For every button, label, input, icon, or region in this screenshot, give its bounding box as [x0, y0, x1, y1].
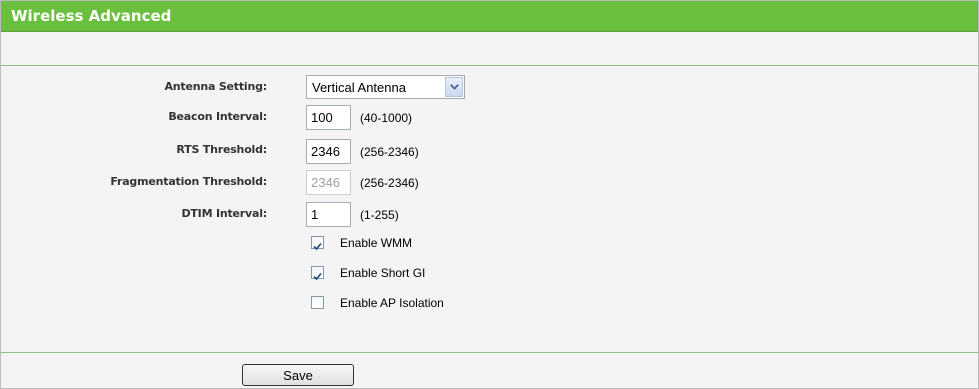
- check-icon: [313, 242, 322, 251]
- fragmentation-threshold-input: 2346: [306, 170, 351, 195]
- enable-ap-isolation-label[interactable]: Enable AP Isolation: [340, 296, 444, 310]
- divider-bottom: [1, 352, 978, 353]
- dtim-interval-range: (1-255): [360, 208, 399, 222]
- dtim-interval-input[interactable]: 1: [306, 202, 351, 227]
- antenna-setting-selected-value: Vertical Antenna: [312, 80, 406, 95]
- page-title: Wireless Advanced: [11, 7, 172, 25]
- beacon-interval-label: Beacon Interval:: [168, 110, 267, 123]
- chevron-down-glyph: [449, 84, 459, 90]
- rts-threshold-input[interactable]: 2346: [306, 139, 351, 164]
- antenna-setting-label: Antenna Setting:: [164, 80, 267, 93]
- rts-threshold-range: (256-2346): [360, 145, 419, 159]
- check-icon: [313, 272, 322, 281]
- fragmentation-threshold-range: (256-2346): [360, 176, 419, 190]
- chevron-down-icon[interactable]: [445, 77, 463, 97]
- enable-wmm-checkbox[interactable]: [311, 236, 324, 251]
- dtim-interval-label: DTIM Interval:: [181, 207, 267, 220]
- fragmentation-threshold-label: Fragmentation Threshold:: [110, 175, 267, 188]
- antenna-setting-select[interactable]: Vertical Antenna: [306, 75, 465, 99]
- enable-short-gi-label[interactable]: Enable Short GI: [340, 266, 425, 280]
- beacon-interval-range: (40-1000): [360, 111, 413, 125]
- divider-top: [1, 65, 978, 66]
- title-bar: Wireless Advanced: [1, 1, 978, 32]
- enable-wmm-label[interactable]: Enable WMM: [340, 236, 412, 250]
- enable-ap-isolation-checkbox[interactable]: [311, 296, 324, 309]
- beacon-interval-input[interactable]: 100: [306, 105, 351, 130]
- enable-short-gi-checkbox[interactable]: [311, 266, 324, 281]
- save-button[interactable]: Save: [242, 364, 354, 386]
- wireless-advanced-panel: Wireless Advanced Antenna Setting: Verti…: [0, 0, 979, 389]
- rts-threshold-label: RTS Threshold:: [176, 143, 267, 156]
